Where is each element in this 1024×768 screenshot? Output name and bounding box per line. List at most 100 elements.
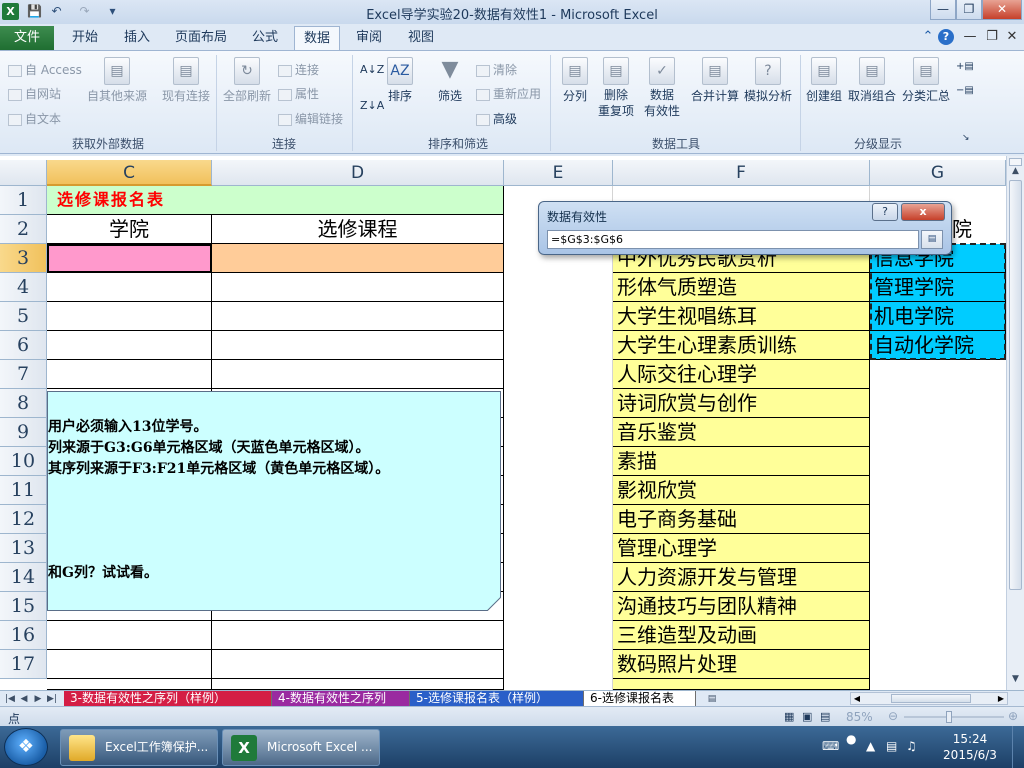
college-input-cell[interactable]: [47, 273, 212, 302]
show-detail-icon[interactable]: +▤: [956, 61, 974, 72]
remove-duplicates-button[interactable]: ▤ 删除 重复项: [596, 57, 636, 119]
course-header-cell[interactable]: 选修课程: [212, 215, 504, 244]
college-input-cell[interactable]: [47, 621, 212, 650]
course-input-cell[interactable]: [212, 650, 504, 679]
tab-page-layout[interactable]: 页面布局: [168, 26, 234, 50]
dialog-close-button[interactable]: x: [901, 203, 945, 221]
page-break-view-icon[interactable]: ▤: [820, 710, 830, 723]
zoom-level[interactable]: 85%: [846, 710, 873, 724]
column-header-e[interactable]: E: [504, 160, 613, 186]
college-input-cell[interactable]: [47, 679, 212, 690]
dialog-help-button[interactable]: ?: [872, 203, 898, 221]
show-hidden-icons[interactable]: ▲: [866, 739, 875, 753]
course-list-cell[interactable]: 影视欣赏: [613, 476, 870, 505]
course-list-cell[interactable]: 人力资源开发与管理: [613, 563, 870, 592]
start-button[interactable]: ❖: [4, 728, 48, 766]
row-header-14[interactable]: 14: [0, 563, 47, 592]
college-input-cell[interactable]: [47, 650, 212, 679]
keyboard-icon[interactable]: ⌨: [822, 739, 839, 753]
row-header-8[interactable]: 8: [0, 389, 47, 418]
college-input-cell[interactable]: [47, 244, 212, 273]
sheet-tab-3-sample[interactable]: 3-数据有效性之序列（样例）: [64, 691, 272, 707]
row-header-13[interactable]: 13: [0, 534, 47, 563]
data-validation-button[interactable]: ✓ 数据 有效性: [640, 57, 684, 119]
sheet-tab-5-sample[interactable]: 5-选修课报名表（样例）: [410, 691, 584, 707]
course-list-cell[interactable]: 音乐鉴赏: [613, 418, 870, 447]
help-icon[interactable]: ?: [938, 29, 954, 45]
prev-sheet-icon[interactable]: ◀: [18, 692, 30, 706]
column-header-d[interactable]: D: [212, 160, 504, 186]
show-desktop-button[interactable]: [1012, 726, 1024, 768]
course-input-cell[interactable]: [212, 244, 504, 273]
college-header-cell[interactable]: 学院: [47, 215, 212, 244]
text-to-columns-button[interactable]: ▤ 分列: [558, 57, 592, 104]
row-header-4[interactable]: 4: [0, 273, 47, 302]
column-header-c[interactable]: C: [47, 160, 212, 186]
column-header-g[interactable]: G: [870, 160, 1006, 186]
expand-dialog-button[interactable]: ▤: [921, 230, 943, 249]
filter-button[interactable]: ▼ 筛选: [432, 57, 468, 104]
tab-formulas[interactable]: 公式: [242, 26, 288, 50]
row-header-2[interactable]: 2: [0, 215, 47, 244]
tab-insert[interactable]: 插入: [114, 26, 160, 50]
zoom-in-icon[interactable]: ⊕: [1008, 709, 1018, 723]
split-box[interactable]: [1009, 158, 1022, 166]
course-input-cell[interactable]: [212, 302, 504, 331]
zoom-slider-thumb[interactable]: [946, 711, 952, 723]
close-button[interactable]: ✕: [982, 0, 1022, 20]
sort-descending-icon[interactable]: Z↓A: [360, 99, 384, 112]
data-validation-dialog[interactable]: 数据有效性 ? x =$G$3:$G$6 ▤: [538, 201, 952, 255]
scroll-up-icon[interactable]: ▲: [1007, 166, 1024, 180]
page-layout-view-icon[interactable]: ▣: [802, 710, 812, 723]
first-sheet-icon[interactable]: |◀: [4, 692, 16, 706]
collapse-ribbon-icon[interactable]: ⌃: [920, 29, 936, 45]
course-list-cell[interactable]: 管理心理学: [613, 534, 870, 563]
insert-sheet-icon[interactable]: ▤: [704, 692, 720, 706]
restore-button[interactable]: ❐: [956, 0, 982, 20]
group-button[interactable]: ▤ 创建组: [804, 57, 844, 104]
ungroup-button[interactable]: ▤ 取消组合: [846, 57, 898, 104]
tab-data[interactable]: 数据: [294, 26, 340, 50]
tab-file[interactable]: 文件: [0, 26, 54, 50]
sort-button[interactable]: AZ 排序: [384, 57, 416, 104]
row-header-17[interactable]: 17: [0, 650, 47, 679]
course-list-cell[interactable]: 形体气质塑造: [613, 273, 870, 302]
workbook-minimize-icon[interactable]: —: [962, 29, 978, 45]
row-header-6[interactable]: 6: [0, 331, 47, 360]
tab-home[interactable]: 开始: [62, 26, 108, 50]
row-header-1[interactable]: 1: [0, 186, 47, 215]
horizontal-scrollbar[interactable]: ◀ ▶: [850, 692, 1008, 705]
normal-view-icon[interactable]: ▦: [784, 710, 794, 723]
tab-view[interactable]: 视图: [398, 26, 444, 50]
volume-icon[interactable]: ♫: [906, 739, 917, 753]
workbook-restore-icon[interactable]: ❐: [984, 29, 1000, 45]
network-icon[interactable]: ▤: [886, 739, 897, 753]
college-input-cell[interactable]: [47, 331, 212, 360]
sheet-tab-4[interactable]: 4-数据有效性之序列: [272, 691, 410, 707]
course-list-cell[interactable]: 电子商务基础: [613, 505, 870, 534]
course-list-cell[interactable]: 大学生心理素质训练: [613, 331, 870, 360]
subtotal-button[interactable]: ▤ 分类汇总: [900, 57, 952, 104]
course-list-cell[interactable]: 数码照片处理: [613, 650, 870, 679]
sheet-tab-6-active[interactable]: 6-选修课报名表: [584, 691, 696, 707]
course-list-cell-partial[interactable]: [613, 679, 870, 690]
course-list-cell[interactable]: 诗词欣赏与创作: [613, 389, 870, 418]
zoom-out-icon[interactable]: ⊖: [888, 709, 898, 723]
consolidate-button[interactable]: ▤ 合并计算: [690, 57, 740, 104]
tab-review[interactable]: 审阅: [346, 26, 392, 50]
zoom-slider-track[interactable]: [904, 716, 1004, 718]
select-all-corner[interactable]: [0, 160, 47, 186]
advanced-filter-button[interactable]: 高级: [476, 110, 517, 127]
vertical-scrollbar[interactable]: ▲ ▼: [1006, 156, 1024, 690]
vertical-scroll-thumb[interactable]: [1009, 180, 1022, 590]
workbook-close-icon[interactable]: ✕: [1004, 29, 1020, 45]
course-list-cell[interactable]: 沟通技巧与团队精神: [613, 592, 870, 621]
horizontal-scroll-thumb[interactable]: [891, 694, 971, 703]
course-input-cell[interactable]: [212, 273, 504, 302]
next-sheet-icon[interactable]: ▶: [32, 692, 44, 706]
row-header-15[interactable]: 15: [0, 592, 47, 621]
course-input-cell[interactable]: [212, 360, 504, 389]
outline-dialog-launcher-icon[interactable]: ↘: [962, 133, 970, 143]
course-input-cell[interactable]: [212, 679, 504, 690]
taskbar-item-excel[interactable]: X Microsoft Excel ...: [222, 729, 380, 766]
